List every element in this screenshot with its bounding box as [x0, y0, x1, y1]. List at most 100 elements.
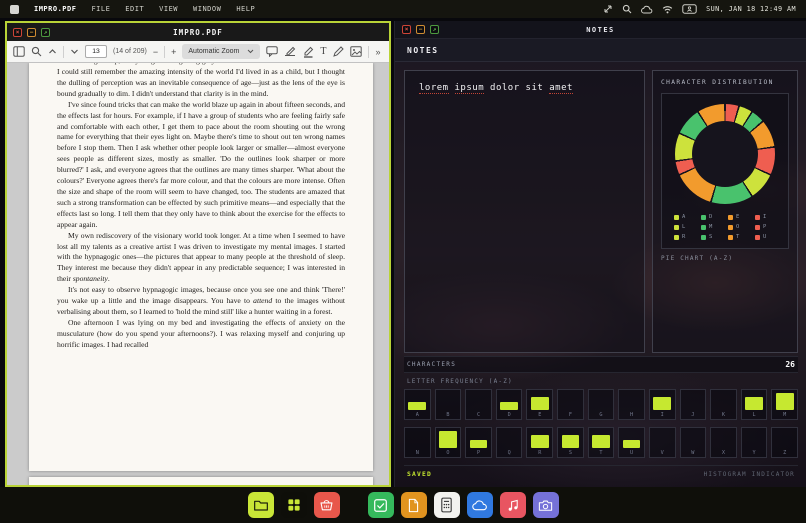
saved-status: SAVED — [407, 471, 432, 478]
next-page-icon[interactable] — [70, 48, 79, 55]
notes-content: lorem ipsum dolor sit amet CHARACTER DIS… — [395, 62, 806, 487]
histogram-bar-box: N — [404, 427, 431, 458]
histogram-letter-label: L — [753, 412, 756, 418]
notes-header-label: NOTES — [407, 46, 439, 55]
menu-view[interactable]: VIEW — [159, 5, 178, 13]
histogram-letter-label: N — [416, 450, 419, 456]
previous-page-icon[interactable] — [48, 48, 57, 55]
histogram-letter-label: P — [477, 450, 480, 456]
launcher-app-button[interactable] — [281, 492, 307, 518]
histogram-bar-box: J — [680, 389, 707, 420]
histogram-bar-box: L — [741, 389, 768, 420]
zoom-in-button[interactable]: + — [171, 47, 176, 57]
legend-swatch — [755, 225, 760, 230]
pdf-page: As I grew up, everything started getting… — [29, 63, 373, 471]
zoom-out-button[interactable]: − — [153, 47, 158, 57]
page-number-input[interactable] — [85, 45, 107, 58]
calculator-app-button[interactable] — [434, 492, 460, 518]
characters-counter: CHARACTERS 26 — [404, 356, 798, 373]
histogram-bar-box: P — [465, 427, 492, 458]
histogram-bar-box: M — [771, 389, 798, 420]
legend-swatch — [701, 235, 706, 240]
cloud-icon[interactable] — [641, 5, 653, 14]
zoom-level-select[interactable]: Automatic Zoom — [182, 44, 260, 59]
search-icon[interactable] — [31, 46, 42, 57]
menu-file[interactable]: FILE — [91, 5, 110, 13]
histogram-letter-label: J — [691, 412, 694, 418]
histogram-bar — [745, 397, 763, 410]
histogram-bar-box: V — [649, 427, 676, 458]
histogram-letter-label: I — [661, 412, 664, 418]
toolbar-divider — [63, 46, 64, 58]
toolbar-divider — [164, 46, 165, 58]
wifi-icon[interactable] — [662, 5, 673, 14]
folder-icon — [253, 498, 269, 512]
legend-label: A — [682, 214, 685, 220]
system-logo-icon[interactable] — [10, 5, 19, 14]
histogram-letter-label: E — [538, 412, 541, 418]
legend-swatch — [701, 225, 706, 230]
histogram-bar — [531, 435, 549, 448]
basket-icon — [319, 498, 334, 512]
notes-titlebar[interactable]: × − ↗ NOTES — [395, 21, 806, 39]
histogram-letter-label: C — [477, 412, 480, 418]
zoom-level-value: Automatic Zoom — [188, 48, 239, 55]
draw-icon[interactable] — [332, 46, 344, 58]
legend-swatch — [674, 215, 679, 220]
tasks-app-button[interactable] — [368, 492, 394, 518]
cloud-icon — [472, 499, 488, 511]
histogram-letter-label: D — [508, 412, 511, 418]
music-app-button[interactable] — [500, 492, 526, 518]
cloud-app-button[interactable] — [467, 492, 493, 518]
files-app-button[interactable] — [248, 492, 274, 518]
menu-edit[interactable]: EDIT — [125, 5, 144, 13]
legend-swatch — [728, 215, 733, 220]
legend-label: U — [763, 234, 766, 240]
legend-item: O — [728, 224, 749, 230]
histogram-bar — [592, 435, 610, 448]
text-tool-icon[interactable]: T — [320, 47, 326, 57]
legend-swatch — [728, 225, 733, 230]
histogram-letter-label: T — [599, 450, 602, 456]
document-icon — [407, 498, 420, 513]
legend-swatch — [674, 235, 679, 240]
histogram-letter-label: Z — [783, 450, 786, 456]
pdf-titlebar[interactable]: × − ↗ IMPRO.PDF — [7, 23, 389, 41]
menu-window[interactable]: WINDOW — [193, 5, 221, 13]
notes-window-title: NOTES — [395, 26, 806, 34]
chart-legend: ADEILMOPRSTU — [672, 214, 778, 240]
histogram-bar-box: O — [435, 427, 462, 458]
histogram-bar-box: X — [710, 427, 737, 458]
note-text[interactable]: lorem ipsum dolor sit amet — [419, 83, 630, 94]
legend-label: M — [709, 224, 712, 230]
comment-icon[interactable] — [266, 46, 278, 57]
highlight-icon[interactable] — [302, 46, 314, 58]
user-box-icon[interactable] — [682, 4, 697, 14]
camera-app-button[interactable] — [533, 492, 559, 518]
histogram-bar-box: T — [588, 427, 615, 458]
pdf-paragraph: My own rediscovery of the visionary worl… — [57, 231, 345, 286]
histogram-bar-box: U — [618, 427, 645, 458]
search-icon[interactable] — [622, 4, 632, 14]
documents-app-button[interactable] — [401, 492, 427, 518]
menu-app-name[interactable]: IMPRO.PDF — [34, 5, 76, 13]
characters-label: CHARACTERS — [407, 361, 456, 368]
legend-item: I — [755, 214, 776, 220]
desktop: IMPRO.PDF FILE EDIT VIEW WINDOW HELP SU — [0, 0, 806, 523]
store-app-button[interactable] — [314, 492, 340, 518]
legend-item: U — [755, 234, 776, 240]
note-editor[interactable]: lorem ipsum dolor sit amet — [404, 70, 645, 353]
legend-item: S — [701, 234, 722, 240]
histogram-letter-label: O — [446, 450, 449, 456]
menu-help[interactable]: HELP — [236, 5, 255, 13]
more-tools-button[interactable]: » — [375, 47, 380, 57]
legend-item: D — [701, 214, 722, 220]
pdf-content-area[interactable]: As I grew up, everything started getting… — [7, 63, 389, 485]
histogram-letter-label: S — [569, 450, 572, 456]
pdf-window: × − ↗ IMPRO.PDF (14 of 209) − — [5, 21, 391, 487]
sidebar-toggle-icon[interactable] — [13, 46, 25, 57]
image-icon[interactable] — [350, 46, 362, 57]
expand-icon[interactable] — [603, 4, 613, 14]
dock — [0, 487, 806, 523]
signature-icon[interactable] — [284, 46, 296, 57]
